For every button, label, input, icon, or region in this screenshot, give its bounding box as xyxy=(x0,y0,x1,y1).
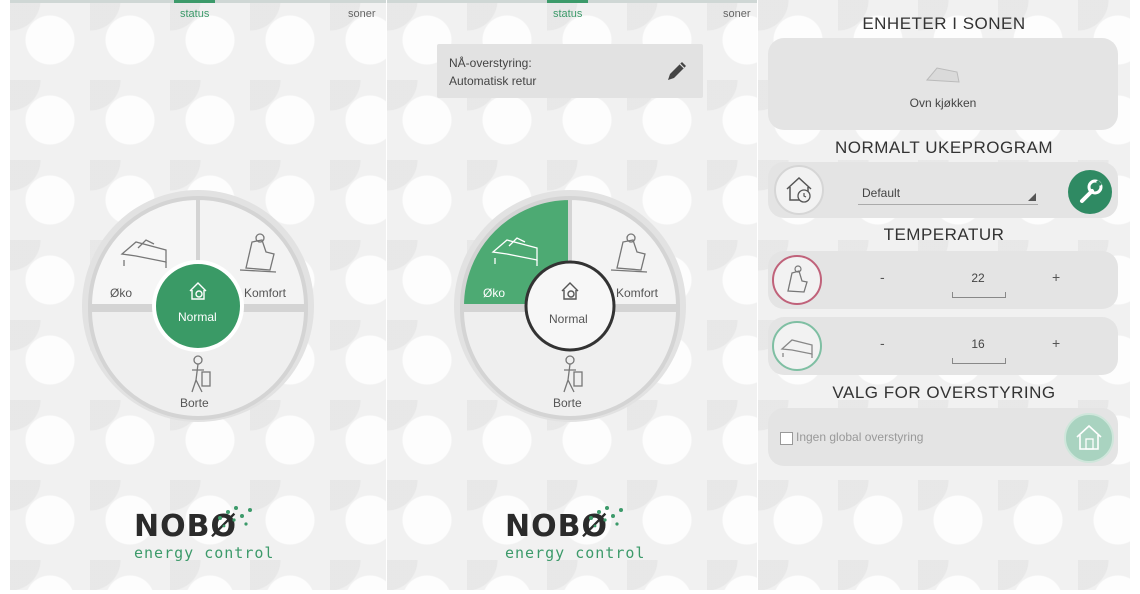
mode-dial: Øko Komfort Borte Normal xyxy=(82,190,314,422)
eco-temp-value: 16 xyxy=(971,337,985,351)
logo-dots xyxy=(218,506,252,528)
away-label: Borte xyxy=(553,396,582,410)
away-label: Borte xyxy=(180,396,209,410)
comfort-temp-row: - 22 + xyxy=(768,251,1118,309)
bed-icon xyxy=(780,339,813,358)
edit-program-button[interactable] xyxy=(1068,170,1112,214)
eco-temp-underline xyxy=(952,358,1006,364)
eco-label: Øko xyxy=(110,286,132,300)
global-override-checkbox[interactable] xyxy=(780,432,793,445)
override-options-heading: VALG FOR OVERSTYRING xyxy=(832,383,1056,402)
unit-card[interactable]: Ovn kjøkken xyxy=(768,38,1118,130)
comfort-label: Komfort xyxy=(244,286,287,300)
comfort-temp-value: 22 xyxy=(971,271,985,285)
weekly-program-badge xyxy=(774,165,824,215)
logo-tagline: energy control xyxy=(505,544,646,562)
nobo-logo: NOBØ energy control xyxy=(505,506,705,562)
unit-name: Ovn kjøkken xyxy=(909,96,977,110)
house-override-icon xyxy=(1076,424,1102,450)
zone-settings-screen: ENHETER I SONEN Ovn kjøkken NORMALT UKEP… xyxy=(758,0,1130,590)
wrench-icon xyxy=(1080,179,1103,203)
eco-temp-badge xyxy=(772,321,822,371)
normal-mode-button[interactable] xyxy=(152,260,244,352)
override-option-row: Ingen global overstyring xyxy=(768,408,1118,466)
comfort-label: Komfort xyxy=(616,286,659,300)
eco-increase-button[interactable]: + xyxy=(1052,335,1060,351)
status-screen-override: status soner NÅ-overstyring: Automatisk … xyxy=(387,0,757,590)
eco-label: Øko xyxy=(483,286,505,300)
override-zone-button[interactable] xyxy=(1064,413,1114,463)
weekly-program-select[interactable]: Default xyxy=(858,182,1038,205)
comfort-temp-underline xyxy=(952,292,1006,298)
mode-dial: Øko Komfort Borte Normal xyxy=(454,190,686,422)
weekly-program-row: Default xyxy=(768,162,1118,218)
eco-decrease-button[interactable]: - xyxy=(880,335,885,351)
heater-icon xyxy=(925,67,960,83)
comfort-temp-badge xyxy=(772,255,822,305)
weekly-program-value: Default xyxy=(862,186,901,200)
units-heading: ENHETER I SONEN xyxy=(862,14,1026,33)
normal-label: Normal xyxy=(178,310,217,324)
normal-mode-button[interactable] xyxy=(524,260,616,352)
eco-temp-row: - 16 + xyxy=(768,317,1118,375)
logo-dots xyxy=(589,506,623,528)
nobo-logo: NOBØ energy control xyxy=(134,506,334,562)
status-screen-normal: status soner Øko Komfort Borte Normal NO… xyxy=(10,0,386,590)
dropdown-arrow-icon xyxy=(1028,193,1036,201)
normal-label: Normal xyxy=(549,312,588,326)
comfort-decrease-button[interactable]: - xyxy=(880,269,885,285)
global-override-label[interactable]: Ingen global overstyring xyxy=(796,430,923,444)
logo-tagline: energy control xyxy=(134,544,275,562)
armchair-icon xyxy=(787,265,808,293)
comfort-increase-button[interactable]: + xyxy=(1052,269,1060,285)
temperature-heading: TEMPERATUR xyxy=(883,225,1005,244)
weekly-program-heading: NORMALT UKEPROGRAM xyxy=(834,138,1054,157)
house-clock-icon xyxy=(786,176,812,203)
